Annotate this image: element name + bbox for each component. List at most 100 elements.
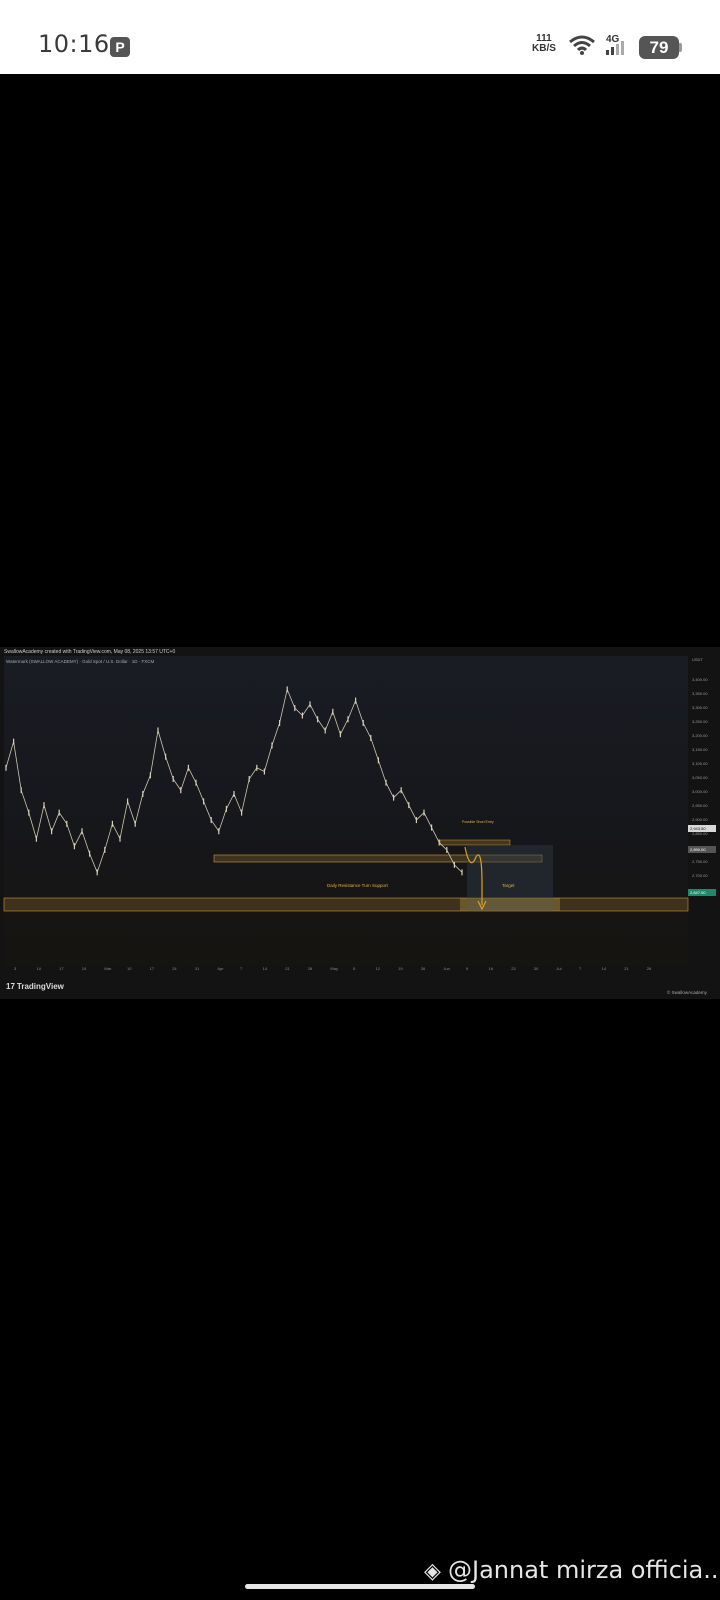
network-speed: 111 KB/S (532, 34, 556, 54)
wifi-icon (569, 35, 595, 55)
battery-tip (679, 43, 682, 52)
price-point (51, 828, 53, 835)
price-tick-label: 3,050.00 (692, 775, 708, 780)
price-point (400, 787, 402, 794)
date-tick-label: 24 (81, 966, 87, 971)
date-tick-label: 26 (420, 966, 426, 971)
price-point (415, 817, 417, 824)
date-tick-label: 24 (172, 966, 177, 971)
price-point (195, 779, 197, 786)
price-point (104, 846, 106, 853)
price-point (81, 828, 83, 835)
date-tick-label: 21 (624, 966, 629, 971)
date-tick-label: 7 (579, 966, 582, 971)
price-point (20, 787, 22, 794)
date-tick-label: Mar (104, 966, 112, 971)
price-point (294, 705, 296, 712)
price-point (446, 846, 448, 853)
date-tick-label: 28 (646, 966, 652, 971)
price-point (172, 776, 174, 782)
price-point (423, 809, 425, 816)
price-point (119, 835, 121, 842)
price-tick-label: 3,250.00 (692, 719, 708, 724)
price-point (263, 768, 265, 775)
price-point (127, 798, 129, 805)
price-tick-label: 2,950.00 (692, 803, 708, 808)
price-point (89, 850, 91, 857)
price-point (180, 787, 182, 794)
watermark-text: @Jannat mirza officia... (448, 1556, 720, 1584)
price-point (347, 716, 349, 723)
date-tick-label: Jun (443, 966, 450, 971)
date-tick-label: 10 (36, 966, 42, 971)
support-zone-label: Daily Resistance Turn Support (327, 883, 388, 888)
price-tick-label: 3,000.00 (692, 789, 708, 794)
price-tick-label: 3,350.00 (692, 691, 708, 696)
price-tick-label: 3,300.00 (692, 705, 708, 710)
price-point (187, 764, 189, 771)
price-point (408, 802, 410, 809)
price-tick-label: 3,150.00 (692, 747, 708, 752)
price-point (157, 727, 159, 734)
price-point (241, 809, 243, 816)
target-zone (460, 898, 560, 911)
tradingview-brand: TradingView (16, 982, 64, 991)
tradingview-logo-icon: 17 (6, 982, 15, 991)
price-tag: 2,890.00 (688, 846, 716, 853)
price-point (5, 764, 7, 771)
price-point (317, 716, 319, 723)
price-point (461, 869, 463, 876)
price-point (362, 720, 364, 726)
short-entry-label: Possible Short Entry (462, 820, 494, 824)
price-point (13, 738, 15, 745)
date-tick-label: 28 (307, 966, 313, 971)
date-tick-label: 14 (601, 966, 607, 971)
date-tick-label: 5 (353, 966, 356, 971)
date-tick-label: 3 (14, 966, 17, 971)
home-indicator[interactable] (245, 1584, 475, 1589)
price-point (279, 720, 281, 726)
date-tick-label: 21 (285, 966, 290, 971)
price-point (218, 828, 220, 835)
price-tick-label: 3,200.00 (692, 733, 708, 738)
app-notification-icon: P (110, 37, 130, 57)
date-tick-label: 17 (59, 966, 64, 971)
price-point (309, 701, 311, 708)
price-point (377, 757, 379, 764)
binance-logo-icon: ◈ (424, 1559, 441, 1584)
price-series (5, 686, 463, 876)
chart-header: SwallowAcademy created with TradingView.… (4, 649, 176, 655)
date-tick-label: 7 (240, 966, 243, 971)
price-point (355, 697, 357, 704)
date-tick-label: 16 (488, 966, 494, 971)
date-tick-label: 30 (533, 966, 539, 971)
price-point (43, 802, 45, 809)
date-tick-label: 23 (511, 966, 516, 971)
price-point (301, 712, 303, 719)
price-point (73, 843, 75, 850)
watermark: ◈ @Jannat mirza officia... (424, 1556, 720, 1584)
price-point (332, 708, 334, 715)
price-point (431, 824, 433, 831)
chart-credit: © SwallowAcademy (667, 990, 707, 995)
price-point (438, 839, 440, 846)
price-point (271, 742, 273, 749)
price-point (225, 805, 227, 812)
status-time: 10:16 (38, 30, 110, 58)
chart-subheader: Watermark (SWALLOW ACADEMY) · Gold Spot … (6, 659, 155, 664)
date-tick-label: 19 (398, 966, 403, 971)
price-point (233, 790, 235, 797)
price-tick-label: 2,750.00 (692, 859, 708, 864)
price-point (58, 809, 60, 816)
price-point (165, 753, 167, 760)
price-point (35, 835, 37, 842)
chart-image: SwallowAcademy created with TradingView.… (0, 647, 720, 999)
price-point (339, 731, 341, 738)
date-tick-label: 31 (194, 966, 200, 971)
price-tag: 2,847.00 (688, 889, 716, 896)
date-tick-label: 12 (375, 966, 381, 971)
status-bar: 10:16 P 111 KB/S 4G 79 (0, 0, 720, 74)
date-tick-label: Jul (556, 966, 562, 971)
currency-label: USDT (692, 657, 703, 662)
battery-icon: 79 (639, 36, 679, 59)
